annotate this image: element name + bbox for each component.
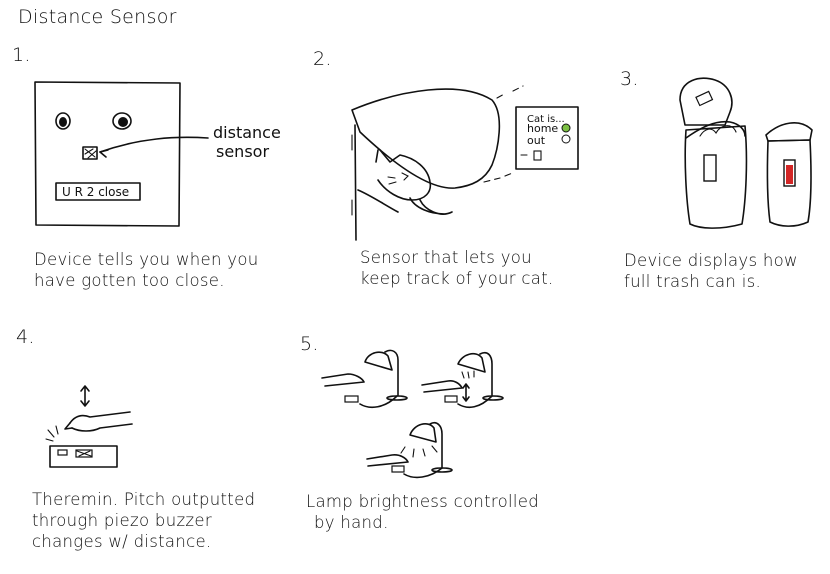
panel-2-cat-tracker: Cat is... home out: [351, 85, 579, 241]
sensor-icon: [533, 150, 542, 161]
trash-can-closed: [765, 122, 813, 227]
sensor-label-line1: distance: [213, 123, 281, 142]
left-eye-icon: [55, 112, 71, 130]
sensor-pointer-line: [99, 136, 209, 153]
display-text: U R 2 close: [62, 185, 129, 199]
panel-4-theremin: [45, 385, 133, 468]
trash-level-indicator: [703, 154, 717, 182]
hand-icon: [64, 411, 133, 432]
cat-icon: [357, 149, 453, 215]
out-led-icon: [561, 134, 571, 144]
display-box: U R 2 close: [55, 182, 141, 201]
trash-can-open: [679, 77, 748, 229]
full-level-fill: [786, 165, 793, 184]
theremin-box: [49, 445, 118, 468]
lamp-a-icon: [321, 349, 408, 409]
panel-3-trash-cans: [679, 77, 813, 229]
status-out-label: out: [527, 134, 546, 147]
lamp-b-icon: [421, 351, 504, 409]
panel-1-device: U R 2 close distance sensor: [34, 81, 281, 227]
home-led-icon: [561, 123, 571, 133]
up-down-arrow-icon: [80, 385, 90, 407]
panel-5-lamps: [321, 349, 504, 479]
lamp-c-icon: [366, 421, 453, 479]
cat-status-panel: Cat is... home out: [515, 106, 579, 170]
sensor-label-line2: sensor: [216, 142, 269, 161]
sketch-canvas: U R 2 close distance sensor Cat is... ho…: [34, 77, 813, 479]
right-eye-icon: [112, 112, 132, 130]
distance-sensor-icon: [82, 146, 98, 160]
